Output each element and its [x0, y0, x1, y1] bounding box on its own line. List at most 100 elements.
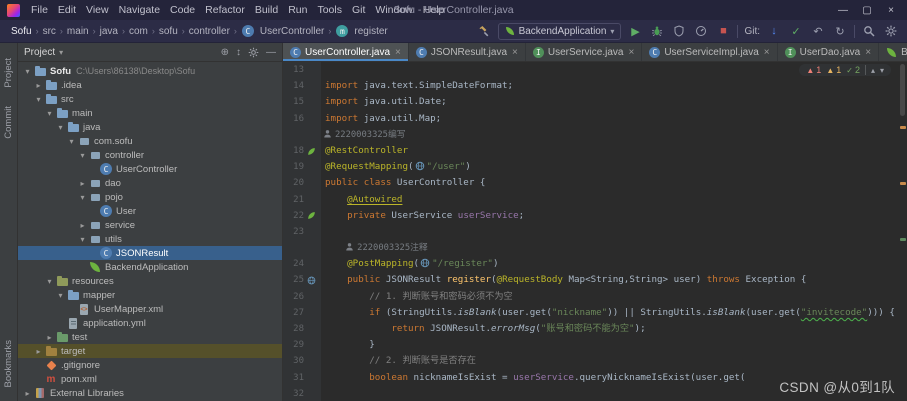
breadcrumb-item-sofu[interactable]: Sofu: [8, 26, 35, 37]
menu-edit[interactable]: Edit: [53, 4, 81, 16]
tool-window-button-bookmarks[interactable]: Bookmarks: [3, 340, 14, 388]
tree-item-pom-xml[interactable]: pom.xml: [18, 372, 282, 386]
tree-item-service[interactable]: ▸ service: [18, 218, 282, 232]
tree-item-mapper[interactable]: ▾ mapper: [18, 288, 282, 302]
close-icon[interactable]: ×: [512, 47, 518, 58]
chevron-down-icon[interactable]: ▾: [44, 109, 55, 118]
spring-gutter-icon[interactable]: [304, 147, 318, 156]
breadcrumb-item-sofu[interactable]: sofu: [156, 26, 181, 37]
tree-item-application-yml[interactable]: application.yml: [18, 316, 282, 330]
chevron-down-icon[interactable]: ▾: [77, 235, 88, 244]
prev-problem-button[interactable]: ▴: [871, 66, 875, 75]
tree-item-gitignore[interactable]: .gitignore: [18, 358, 282, 372]
tool-window-button-commit[interactable]: Commit: [3, 106, 14, 139]
tree-item-usermapper-xml[interactable]: UserMapper.xml: [18, 302, 282, 316]
chevron-down-icon[interactable]: ▾: [66, 137, 77, 146]
git-update-button[interactable]: ↓: [766, 23, 782, 39]
tab-jsonresult-java[interactable]: JSONResult.java ×: [409, 43, 526, 61]
tree-item-pojo[interactable]: ▾ pojo: [18, 190, 282, 204]
breadcrumb-item-main[interactable]: main: [64, 26, 92, 37]
tree-item-main[interactable]: ▾ main: [18, 106, 282, 120]
warning-stripe-mark[interactable]: [900, 126, 906, 129]
chevron-right-icon[interactable]: ▸: [44, 333, 55, 342]
chevron-right-icon[interactable]: ▸: [22, 389, 33, 398]
gutter[interactable]: 22: [283, 207, 321, 224]
gutter[interactable]: 32: [283, 385, 321, 401]
tree-item-target[interactable]: ▸ target: [18, 344, 282, 358]
gutter[interactable]: 16: [283, 110, 321, 127]
tree-item-sofu[interactable]: ▾ Sofu C:\Users\86138\Desktop\Sofu: [18, 64, 282, 78]
breadcrumb-item-controller[interactable]: controller: [186, 26, 233, 37]
menu-git[interactable]: Git: [347, 4, 370, 16]
chevron-down-icon[interactable]: ▾: [44, 277, 55, 286]
tree-item-external-libraries[interactable]: ▸ External Libraries: [18, 386, 282, 400]
menu-view[interactable]: View: [81, 4, 114, 16]
tool-window-button-project[interactable]: Project: [3, 58, 14, 88]
next-problem-button[interactable]: ▾: [880, 66, 884, 75]
endpoint-gutter-icon[interactable]: [304, 276, 318, 285]
menu-refactor[interactable]: Refactor: [200, 4, 250, 16]
hide-panel-button[interactable]: —: [266, 47, 276, 58]
gutter[interactable]: 15: [283, 94, 321, 111]
ok-badge[interactable]: ✓ 2: [846, 65, 860, 75]
gutter[interactable]: 25: [283, 272, 321, 289]
chevron-down-icon[interactable]: ▾: [77, 151, 88, 160]
gutter[interactable]: 24: [283, 256, 321, 273]
tree-item-idea[interactable]: ▸ .idea: [18, 78, 282, 92]
tree-item-backendapplication[interactable]: BackendApplication: [18, 260, 282, 274]
gutter[interactable]: [283, 126, 321, 143]
tab-userdao-java[interactable]: UserDao.java ×: [778, 43, 880, 61]
gutter[interactable]: 27: [283, 304, 321, 321]
gutter[interactable]: 13: [283, 62, 321, 79]
tree-item-src[interactable]: ▾ src: [18, 92, 282, 106]
tree-item-user[interactable]: User: [18, 204, 282, 218]
scrollbar-thumb[interactable]: [900, 64, 905, 116]
chevron-right-icon[interactable]: ▸: [77, 221, 88, 230]
gutter[interactable]: 26: [283, 288, 321, 305]
gutter[interactable]: 23: [283, 223, 321, 241]
breadcrumb-item-usercontroller[interactable]: UserController: [238, 25, 327, 37]
close-icon[interactable]: ×: [865, 47, 871, 58]
breadcrumb-item-com[interactable]: com: [126, 26, 151, 37]
stop-button[interactable]: ■: [715, 23, 731, 39]
tree-item-utils[interactable]: ▾ utils: [18, 232, 282, 246]
maximize-button[interactable]: ▢: [855, 5, 879, 16]
menu-build[interactable]: Build: [250, 4, 283, 16]
spring-gutter-icon[interactable]: [304, 211, 318, 220]
breadcrumb-item-src[interactable]: src: [40, 26, 59, 37]
tree-item-resources[interactable]: ▾ resources: [18, 274, 282, 288]
breadcrumb-item-register[interactable]: register: [332, 25, 390, 37]
chevron-down-icon[interactable]: ▾: [33, 95, 44, 104]
tab-backendappl[interactable]: BackendAppl×: [879, 43, 907, 61]
gutter[interactable]: 21: [283, 191, 321, 208]
tab-userserviceimpl-java[interactable]: UserServiceImpl.java ×: [642, 43, 778, 61]
gutter[interactable]: 19: [283, 159, 321, 176]
menu-navigate[interactable]: Navigate: [114, 4, 165, 16]
profiler-button[interactable]: [693, 23, 709, 39]
warning-badge[interactable]: ▲ 1: [826, 65, 841, 75]
scrollbar[interactable]: [898, 62, 907, 401]
search-button[interactable]: [861, 23, 877, 39]
tree-item-java[interactable]: ▾ java: [18, 120, 282, 134]
tree-item-dao[interactable]: ▸ dao: [18, 176, 282, 190]
select-opened-file-button[interactable]: ⊕: [221, 47, 229, 58]
warning-stripe-mark[interactable]: [900, 182, 906, 185]
git-history-button[interactable]: ↻: [832, 23, 848, 39]
debug-button[interactable]: [649, 23, 665, 39]
tab-userservice-java[interactable]: UserService.java ×: [526, 43, 643, 61]
gutter[interactable]: 29: [283, 337, 321, 354]
menu-run[interactable]: Run: [283, 4, 312, 16]
run-button[interactable]: ▶: [627, 23, 643, 39]
code-editor[interactable]: 13 14 import java.text.SimpleDateFormat; 15…: [283, 62, 907, 401]
gutter[interactable]: 18: [283, 142, 321, 160]
breadcrumb-item-java[interactable]: java: [97, 26, 121, 37]
build-hammer-icon[interactable]: [476, 23, 492, 39]
tree-item-usercontroller[interactable]: UserController: [18, 162, 282, 176]
close-icon[interactable]: ×: [628, 47, 634, 58]
tree-item-jsonresult[interactable]: JSONResult: [18, 246, 282, 260]
close-icon[interactable]: ×: [764, 47, 770, 58]
tree-item-controller[interactable]: ▾ controller: [18, 148, 282, 162]
tab-usercontroller-java[interactable]: UserController.java ×: [283, 43, 409, 61]
git-rollback-button[interactable]: ↶: [810, 23, 826, 39]
typo-stripe-mark[interactable]: [900, 238, 906, 241]
